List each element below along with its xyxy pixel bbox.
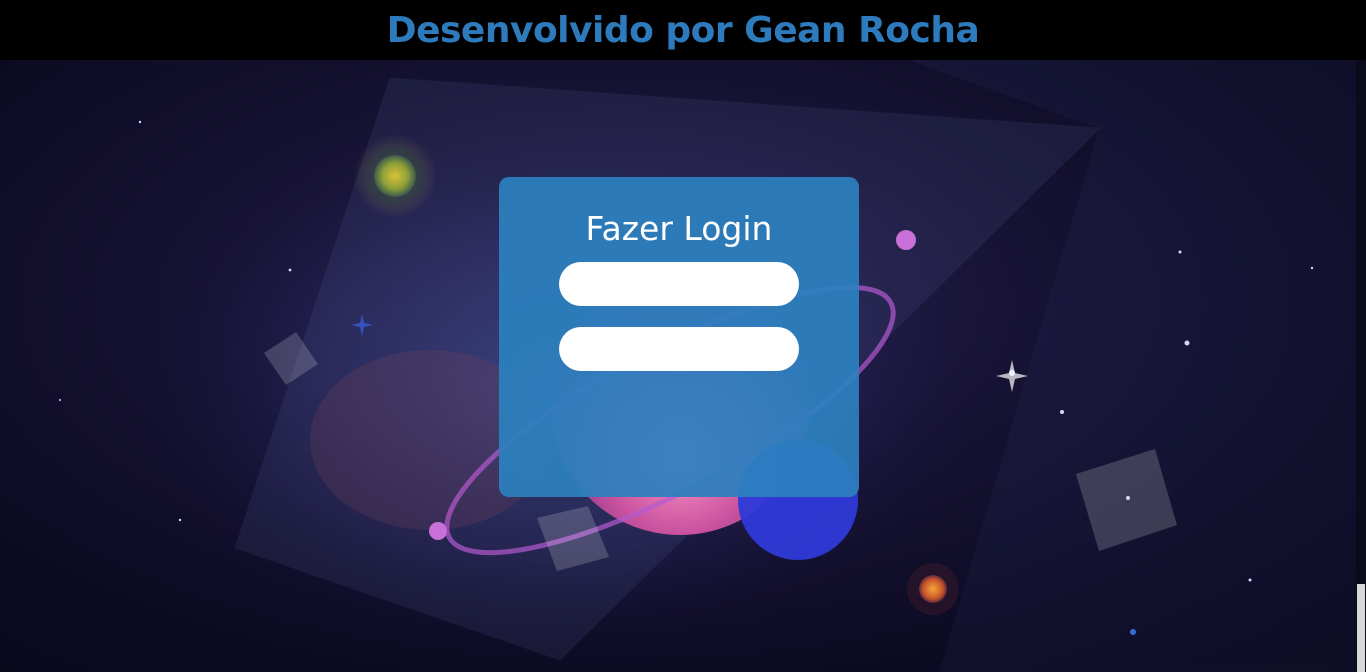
scrollbar-thumb[interactable] <box>1357 584 1365 672</box>
planet-icon <box>919 575 947 603</box>
moon-icon <box>429 522 447 540</box>
username-input[interactable] <box>559 262 799 306</box>
password-input[interactable] <box>559 327 799 371</box>
scrollbar[interactable] <box>1356 60 1366 672</box>
login-submit-button[interactable] <box>499 387 859 457</box>
planet-icon <box>374 155 416 197</box>
header-title: Desenvolvido por Gean Rocha <box>386 9 980 51</box>
header-bar: Desenvolvido por Gean Rocha <box>0 0 1366 60</box>
login-title: Fazer Login <box>585 209 773 248</box>
page: Desenvolvido por Gean Rocha Fazer Login <box>0 0 1366 672</box>
login-card: Fazer Login <box>499 177 859 497</box>
